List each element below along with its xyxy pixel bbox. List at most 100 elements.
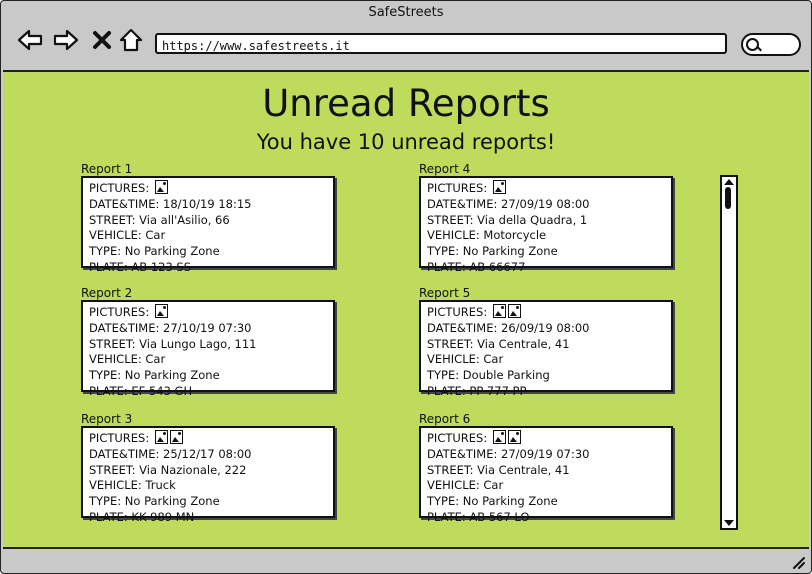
report-pictures-row: PICTURES: <box>89 180 333 197</box>
report-datetime-label: DATE&TIME: <box>89 320 160 335</box>
report-pictures-label: PICTURES: <box>89 431 150 445</box>
report-pictures-label: PICTURES: <box>89 305 150 319</box>
report-street-row: STREET: Via Nazionale, 222 <box>89 463 333 479</box>
report-street-label: STREET: <box>89 462 136 477</box>
report-type-row: TYPE: No Parking Zone <box>89 368 333 384</box>
picture-icon[interactable] <box>492 304 506 318</box>
report-vehicle-row: VEHICLE: Car <box>427 478 671 494</box>
report-plate-label: PLATE: <box>427 383 466 398</box>
resize-grip-icon[interactable] <box>791 555 805 569</box>
report-vehicle-value: Car <box>483 352 504 367</box>
report-type-row: TYPE: Double Parking <box>427 368 671 384</box>
report-card[interactable]: PICTURES: DATE&TIME: 27/09/19 08:00 STREE… <box>419 176 673 274</box>
report-type-label: TYPE: <box>89 244 122 259</box>
report-street-label: STREET: <box>427 336 474 351</box>
report-type-label: TYPE: <box>427 368 460 383</box>
picture-icon[interactable] <box>154 304 168 318</box>
report-datetime-label: DATE&TIME: <box>427 320 498 335</box>
report-vehicle-label: VEHICLE: <box>427 228 480 243</box>
report-pictures-label: PICTURES: <box>427 431 488 445</box>
report-datetime-label: DATE&TIME: <box>427 196 498 211</box>
forward-arrow-icon[interactable] <box>53 27 79 53</box>
report-card[interactable]: PICTURES: DATE&TIME: 25/12/17 08:00 STREE… <box>81 426 335 524</box>
picture-icon[interactable] <box>507 430 521 444</box>
report-plate-value: AB 123 SS <box>131 259 192 274</box>
report-street-value: Via Centrale, 41 <box>477 462 570 477</box>
vertical-scrollbar[interactable] <box>720 175 738 530</box>
report-type-value: Double Parking <box>462 368 550 383</box>
home-icon[interactable] <box>118 27 144 53</box>
report-card[interactable]: PICTURES: DATE&TIME: 27/10/19 07:30 STREE… <box>81 300 335 398</box>
report-plate-value: PP 777 PP <box>469 383 527 398</box>
picture-icon[interactable] <box>154 180 168 194</box>
picture-icon[interactable] <box>154 430 168 444</box>
report-vehicle-value: Car <box>145 352 166 367</box>
report-item[interactable]: Report 4 PICTURES: DATE&TIME: 27/09/19 08… <box>419 162 673 274</box>
picture-icon[interactable] <box>492 180 506 194</box>
status-bar <box>1 549 811 573</box>
report-street-value: Via Lungo Lago, 111 <box>139 336 257 351</box>
report-plate-row: PLATE: EF 543 GH <box>89 384 333 400</box>
report-street-row: STREET: Via Lungo Lago, 111 <box>89 337 333 353</box>
report-item[interactable]: Report 2 PICTURES: DATE&TIME: 27/10/19 07… <box>81 286 335 398</box>
url-input[interactable] <box>157 37 717 55</box>
report-vehicle-value: Motorcycle <box>483 228 547 243</box>
report-plate-label: PLATE: <box>427 259 466 274</box>
report-pictures-row: PICTURES: <box>89 430 333 447</box>
report-street-row: STREET: Via Centrale, 41 <box>427 463 671 479</box>
report-plate-value: EF 543 GH <box>131 383 193 398</box>
stop-icon[interactable] <box>89 27 115 53</box>
picture-icon[interactable] <box>492 430 506 444</box>
page-content: Unread Reports You have 10 unread report… <box>3 70 809 549</box>
report-pictures-label: PICTURES: <box>427 181 488 195</box>
report-vehicle-label: VEHICLE: <box>89 228 142 243</box>
report-street-value: Via Centrale, 41 <box>477 336 570 351</box>
report-plate-row: PLATE: KK 989 MN <box>89 510 333 526</box>
report-pictures-row: PICTURES: <box>427 430 671 447</box>
scroll-up-arrow-icon[interactable] <box>724 179 734 185</box>
picture-icon[interactable] <box>169 430 183 444</box>
report-datetime-row: DATE&TIME: 26/09/19 08:00 <box>427 321 671 337</box>
report-item[interactable]: Report 5 PICTURES: DATE&TIME: 26/09/19 08… <box>419 286 673 398</box>
report-type-value: No Parking Zone <box>124 494 220 509</box>
report-type-label: TYPE: <box>89 368 122 383</box>
report-plate-label: PLATE: <box>89 509 128 524</box>
back-arrow-icon[interactable] <box>17 27 43 53</box>
report-type-row: TYPE: No Parking Zone <box>89 244 333 260</box>
report-datetime-value: 27/09/19 08:00 <box>501 196 590 211</box>
report-card[interactable]: PICTURES: DATE&TIME: 27/09/19 07:30 STREE… <box>419 426 673 524</box>
page-title: Unread Reports <box>262 82 550 125</box>
search-field[interactable] <box>741 33 801 56</box>
report-datetime-label: DATE&TIME: <box>427 446 498 461</box>
scroll-thumb[interactable] <box>725 187 731 209</box>
address-bar[interactable] <box>155 33 727 55</box>
report-type-row: TYPE: No Parking Zone <box>427 244 671 260</box>
report-pictures-label: PICTURES: <box>89 181 150 195</box>
report-card[interactable]: PICTURES: DATE&TIME: 26/09/19 08:00 STREE… <box>419 300 673 398</box>
scroll-down-arrow-icon[interactable] <box>724 520 734 526</box>
picture-icon[interactable] <box>507 304 521 318</box>
report-item[interactable]: Report 6 PICTURES: DATE&TIME: 27/09/19 07… <box>419 412 673 524</box>
report-street-label: STREET: <box>427 212 474 227</box>
report-type-value: No Parking Zone <box>462 494 558 509</box>
report-datetime-value: 27/10/19 07:30 <box>163 320 252 335</box>
report-type-value: No Parking Zone <box>124 244 220 259</box>
report-type-label: TYPE: <box>427 494 460 509</box>
report-pictures-row: PICTURES: <box>89 304 333 321</box>
report-plate-value: KK 989 MN <box>131 509 195 524</box>
report-plate-value: AB 567 LO <box>469 509 530 524</box>
report-type-value: No Parking Zone <box>462 244 558 259</box>
report-vehicle-label: VEHICLE: <box>89 352 142 367</box>
report-item[interactable]: Report 1 PICTURES: DATE&TIME: 18/10/19 18… <box>81 162 335 274</box>
report-plate-row: PLATE: AB 567 LO <box>427 510 671 526</box>
report-street-label: STREET: <box>427 462 474 477</box>
browser-toolbar <box>1 23 811 69</box>
report-street-label: STREET: <box>89 336 136 351</box>
report-plate-row: PLATE: AB 66677 <box>427 260 671 276</box>
report-title: Report 5 <box>419 286 471 300</box>
report-plate-label: PLATE: <box>89 383 128 398</box>
report-card[interactable]: PICTURES: DATE&TIME: 18/10/19 18:15 STREE… <box>81 176 335 274</box>
report-street-row: STREET: Via Centrale, 41 <box>427 337 671 353</box>
report-vehicle-value: Truck <box>145 478 176 493</box>
report-item[interactable]: Report 3 PICTURES: DATE&TIME: 25/12/17 08… <box>81 412 335 524</box>
